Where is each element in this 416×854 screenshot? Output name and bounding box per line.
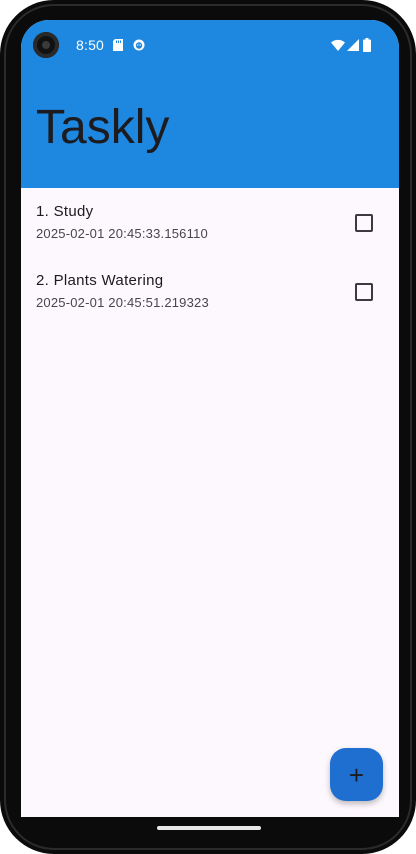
- status-bar: 8:50: [21, 20, 399, 70]
- task-timestamp: 2025-02-01 20:45:51.219323: [36, 295, 209, 310]
- task-timestamp: 2025-02-01 20:45:33.156110: [36, 226, 208, 241]
- signal-icon: [347, 39, 359, 51]
- task-checkbox[interactable]: [355, 214, 373, 232]
- list-item[interactable]: 1. Study 2025-02-01 20:45:33.156110: [21, 188, 399, 256]
- phone-frame: 8:50 Taskly 1. Study 2025-02-01 20:45:33…: [0, 0, 416, 854]
- face-icon: [133, 39, 145, 51]
- task-title: 2. Plants Watering: [36, 272, 164, 289]
- app-title: Taskly: [36, 101, 170, 154]
- sd-card-icon: [113, 39, 123, 51]
- plus-icon: +: [348, 759, 365, 790]
- wifi-icon: [331, 39, 345, 51]
- list-item[interactable]: 2. Plants Watering 2025-02-01 20:45:51.2…: [21, 257, 399, 325]
- app-bar: Taskly: [21, 70, 399, 188]
- battery-icon: [363, 38, 371, 52]
- app-screen: 8:50 Taskly 1. Study 2025-02-01 20:45:33…: [21, 20, 399, 817]
- add-task-button[interactable]: +: [330, 748, 383, 801]
- gesture-nav-handle[interactable]: [157, 826, 261, 830]
- task-title: 1. Study: [36, 203, 94, 220]
- front-camera: [33, 32, 59, 58]
- status-time: 8:50: [76, 37, 105, 53]
- task-checkbox[interactable]: [355, 283, 373, 301]
